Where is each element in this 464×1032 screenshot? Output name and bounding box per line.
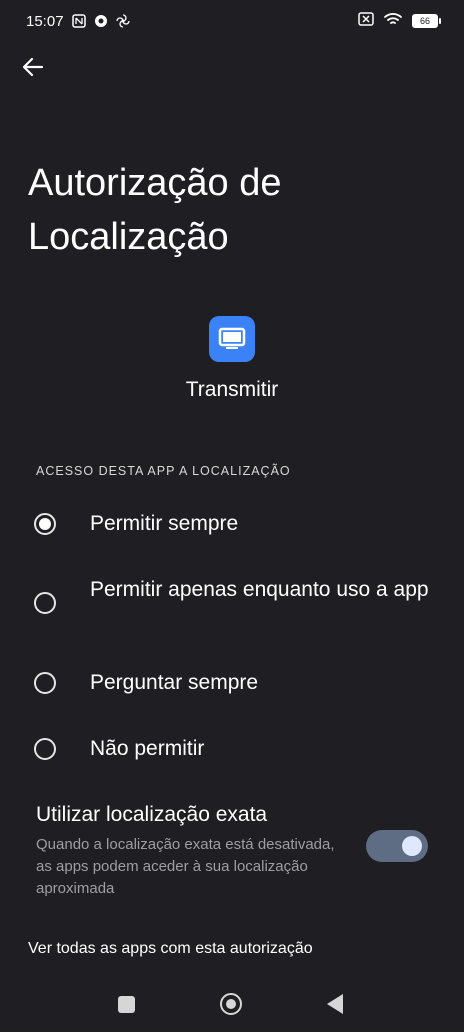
option-label: Não permitir bbox=[90, 737, 205, 760]
fan-icon bbox=[115, 14, 130, 28]
toggle-knob bbox=[402, 836, 422, 856]
status-bar: 15:07 66 bbox=[0, 0, 464, 42]
nav-back-button[interactable] bbox=[327, 994, 343, 1014]
app-name: Transmitir bbox=[185, 378, 279, 401]
chrome-icon bbox=[94, 14, 108, 28]
option-label: Perguntar sempre bbox=[90, 671, 259, 694]
status-left: 15:07 bbox=[26, 13, 130, 30]
option-deny[interactable]: Não permitir bbox=[0, 734, 464, 768]
nfc-icon bbox=[71, 14, 86, 28]
radio-button[interactable] bbox=[34, 672, 56, 694]
recents-button[interactable] bbox=[118, 996, 135, 1013]
exact-location-title: Utilizar localização exata bbox=[36, 803, 268, 826]
option-label: Permitir sempre bbox=[90, 512, 239, 535]
option-allow-always[interactable]: Permitir sempre bbox=[0, 507, 464, 541]
arrow-back-icon bbox=[22, 57, 44, 77]
no-sim-icon bbox=[358, 12, 374, 30]
back-button[interactable] bbox=[18, 52, 48, 82]
option-ask-always[interactable]: Perguntar sempre bbox=[0, 668, 464, 702]
tv-icon bbox=[218, 327, 246, 349]
status-right: 66 bbox=[358, 12, 441, 30]
radio-button[interactable] bbox=[34, 738, 56, 760]
option-label: Permitir apenas enquanto uso a app bbox=[90, 578, 429, 601]
exact-location-description: Quando a localização exata está desativa… bbox=[36, 836, 335, 897]
app-icon bbox=[209, 316, 255, 362]
option-allow-while-using[interactable]: Permitir apenas enquanto uso a app bbox=[0, 574, 464, 634]
battery-icon: 66 bbox=[412, 14, 441, 28]
exact-location-toggle[interactable] bbox=[366, 830, 428, 862]
page-title: Autorização de Localização bbox=[28, 162, 282, 258]
home-button[interactable] bbox=[220, 993, 242, 1015]
radio-button[interactable] bbox=[34, 592, 56, 614]
radio-button-checked[interactable] bbox=[34, 513, 56, 535]
wifi-icon bbox=[384, 12, 402, 30]
section-header: ACESSO DESTA APP A LOCALIZAÇÃO bbox=[36, 464, 291, 478]
navigation-bar bbox=[0, 980, 464, 1032]
status-time: 15:07 bbox=[26, 12, 64, 30]
see-all-apps-link[interactable]: Ver todas as apps com esta autorização bbox=[28, 940, 313, 958]
